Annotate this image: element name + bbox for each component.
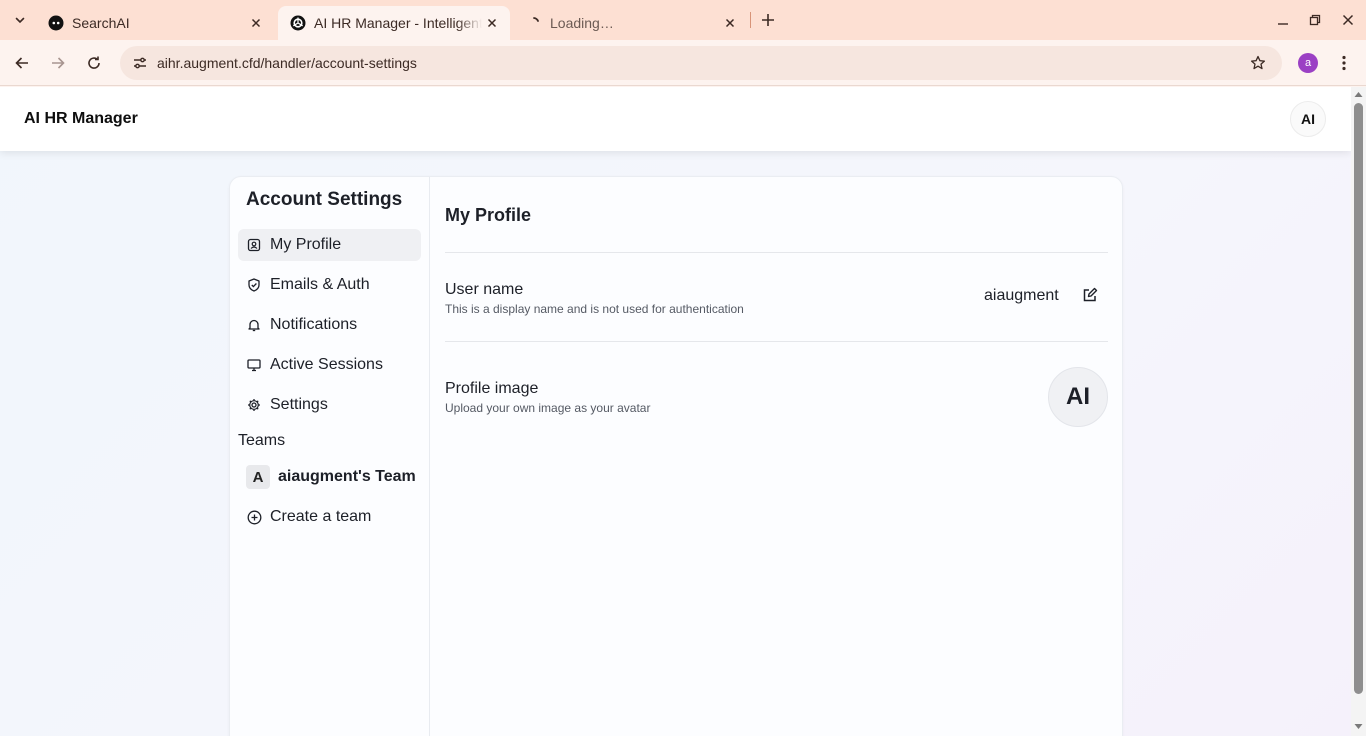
divider [445,252,1108,253]
bell-icon [246,317,262,333]
sidebar-item-emails-auth[interactable]: Emails & Auth [238,269,421,301]
plus-icon [762,14,774,26]
account-settings-card: Account Settings My Profile Emails & Aut… [229,176,1123,736]
tab-title: Loading… [550,15,614,31]
close-tab-icon[interactable] [720,13,740,33]
tab-title: AI HR Manager - Intelligent [314,15,482,31]
plus-circle-icon [246,509,262,525]
url-text: aihr.augment.cfd/handler/account-setting… [157,55,417,71]
searchai-logo-icon [48,15,64,31]
tab-loading[interactable]: Loading… [514,6,748,40]
arrow-right-icon [52,57,65,69]
edit-icon [1083,287,1098,302]
address-bar[interactable]: aihr.augment.cfd/handler/account-setting… [120,46,1282,80]
tab-title: SearchAI [72,15,130,31]
sidebar-item-settings[interactable]: Settings [238,389,421,421]
browser-menu-button[interactable] [1332,49,1356,77]
scroll-down-arrow-icon[interactable] [1354,722,1363,731]
sidebar-item-label: Create a team [270,508,372,525]
close-window-button[interactable] [1336,8,1360,32]
minimize-icon [1278,23,1288,25]
bookmark-star-icon[interactable] [1246,51,1270,75]
monitor-icon [246,357,262,373]
site-settings-icon[interactable] [128,51,152,75]
restore-button[interactable] [1303,8,1327,32]
reload-icon [88,56,100,69]
settings-sidebar: Account Settings My Profile Emails & Aut… [230,177,430,736]
back-button[interactable] [8,49,36,77]
sidebar-item-label: My Profile [270,236,342,253]
browser-toolbar: aihr.augment.cfd/handler/account-setting… [0,40,1366,86]
new-tab-button[interactable] [756,8,780,32]
sidebar-item-label: Active Sessions [270,356,383,373]
chevron-down-icon [15,17,25,24]
forward-button[interactable] [44,49,72,77]
sidebar-title: Account Settings [246,189,403,210]
sidebar-item-notifications[interactable]: Notifications [238,309,421,341]
profile-image-avatar[interactable]: AI [1048,367,1108,427]
create-team-button[interactable]: Create a team [238,501,421,533]
close-icon [1342,14,1354,26]
page-title: My Profile [445,205,532,225]
tab-searchai[interactable]: SearchAI [36,6,274,40]
team-badge: A [246,465,270,489]
openai-logo-icon [290,15,306,31]
sidebar-item-active-sessions[interactable]: Active Sessions [238,349,421,381]
scroll-up-arrow-icon[interactable] [1354,90,1363,99]
profile-image-label: Profile image [445,380,539,397]
kebab-menu-icon [1342,55,1346,71]
minimize-button[interactable] [1271,8,1295,32]
browser-profile-avatar[interactable]: a [1298,53,1318,73]
tab-strip: SearchAI AI HR Manager - Intelligent Loa… [0,0,1366,40]
divider [445,341,1108,342]
username-description: This is a display name and is not used f… [445,302,744,316]
gear-icon [246,397,262,413]
sidebar-item-team[interactable]: A aiaugment's Team [238,461,421,493]
tab-ai-hr-manager[interactable]: AI HR Manager - Intelligent [278,6,510,40]
profile-panel: My Profile User name This is a display n… [430,177,1124,736]
page-scrollbar[interactable] [1351,87,1366,736]
profile-image-description: Upload your own image as your avatar [445,401,651,415]
app-header: AI HR Manager AI [0,87,1351,151]
scrollbar-thumb[interactable] [1354,103,1363,694]
tab-search-button[interactable] [8,8,32,32]
team-name: aiaugment's Team [278,468,416,485]
sidebar-item-label: Emails & Auth [270,276,370,293]
user-avatar-button[interactable]: AI [1290,101,1326,137]
username-label: User name [445,281,524,298]
arrow-left-icon [15,57,28,69]
restore-icon [1309,14,1321,26]
edit-username-button[interactable] [1080,285,1100,305]
sidebar-item-label: Settings [270,396,328,413]
reload-button[interactable] [80,49,108,77]
app-title[interactable]: AI HR Manager [24,110,138,128]
close-tab-icon[interactable] [246,13,266,33]
spinner-icon [526,15,542,31]
sidebar-item-label: Notifications [270,316,358,333]
sidebar-item-my-profile[interactable]: My Profile [238,229,421,261]
close-tab-icon[interactable] [482,13,502,33]
tab-divider [750,12,751,28]
page-viewport: AI HR Manager AI Account Settings My Pro… [0,87,1351,736]
contact-card-icon [246,237,262,253]
shield-check-icon [246,277,262,293]
teams-heading: Teams [238,432,286,449]
username-value: aiaugment [984,287,1059,304]
